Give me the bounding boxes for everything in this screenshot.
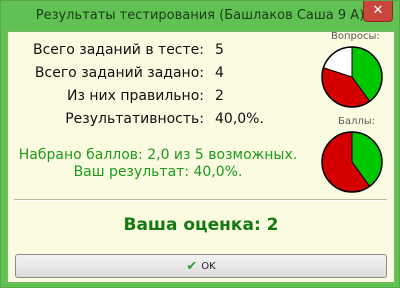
points-pie-chart [321,131,383,193]
close-icon[interactable]: ✕ [373,3,384,18]
check-icon: ✔ [186,258,198,274]
dialog-content: Всего заданий в тесте: 5 Всего заданий з… [7,31,395,283]
ok-button[interactable]: ✔ OK [15,254,387,278]
stat-value: 2 [215,88,224,104]
title-bar[interactable]: Результаты тестирования (Башлаков Саша 9… [1,1,399,31]
stat-row-asked: Всего заданий задано: 4 [8,65,308,83]
score-summary: Набрано баллов: 2,0 из 5 возможных. [18,147,298,163]
questions-chart-label: Вопросы: [331,31,380,42]
stat-label: Всего заданий задано: [34,65,204,81]
divider [14,199,387,201]
results-dialog: Результаты тестирования (Башлаков Саша 9… [0,0,400,288]
stat-value: 5 [215,42,224,58]
grade-text: Ваша оценка: 2 [123,215,279,235]
stat-label: Всего заданий в тесте: [32,42,204,58]
stat-value: 40,0%. [215,111,264,127]
stat-label: Из них правильно: [67,88,204,104]
stat-row-efficiency: Результативность: 40,0%. [8,111,308,129]
ok-button-label: OK [201,260,216,272]
stat-row-correct: Из них правильно: 2 [8,88,308,106]
questions-pie-chart [321,46,383,108]
window-title: Результаты тестирования (Башлаков Саша 9… [35,8,365,23]
result-summary: Ваш результат: 40,0%. [73,164,243,180]
points-chart-label: Баллы: [338,116,376,127]
stat-value: 4 [215,65,224,81]
stat-row-total: Всего заданий в тесте: 5 [8,42,308,60]
stat-label: Результативность: [65,111,204,127]
close-button[interactable]: ✕ [363,1,393,22]
